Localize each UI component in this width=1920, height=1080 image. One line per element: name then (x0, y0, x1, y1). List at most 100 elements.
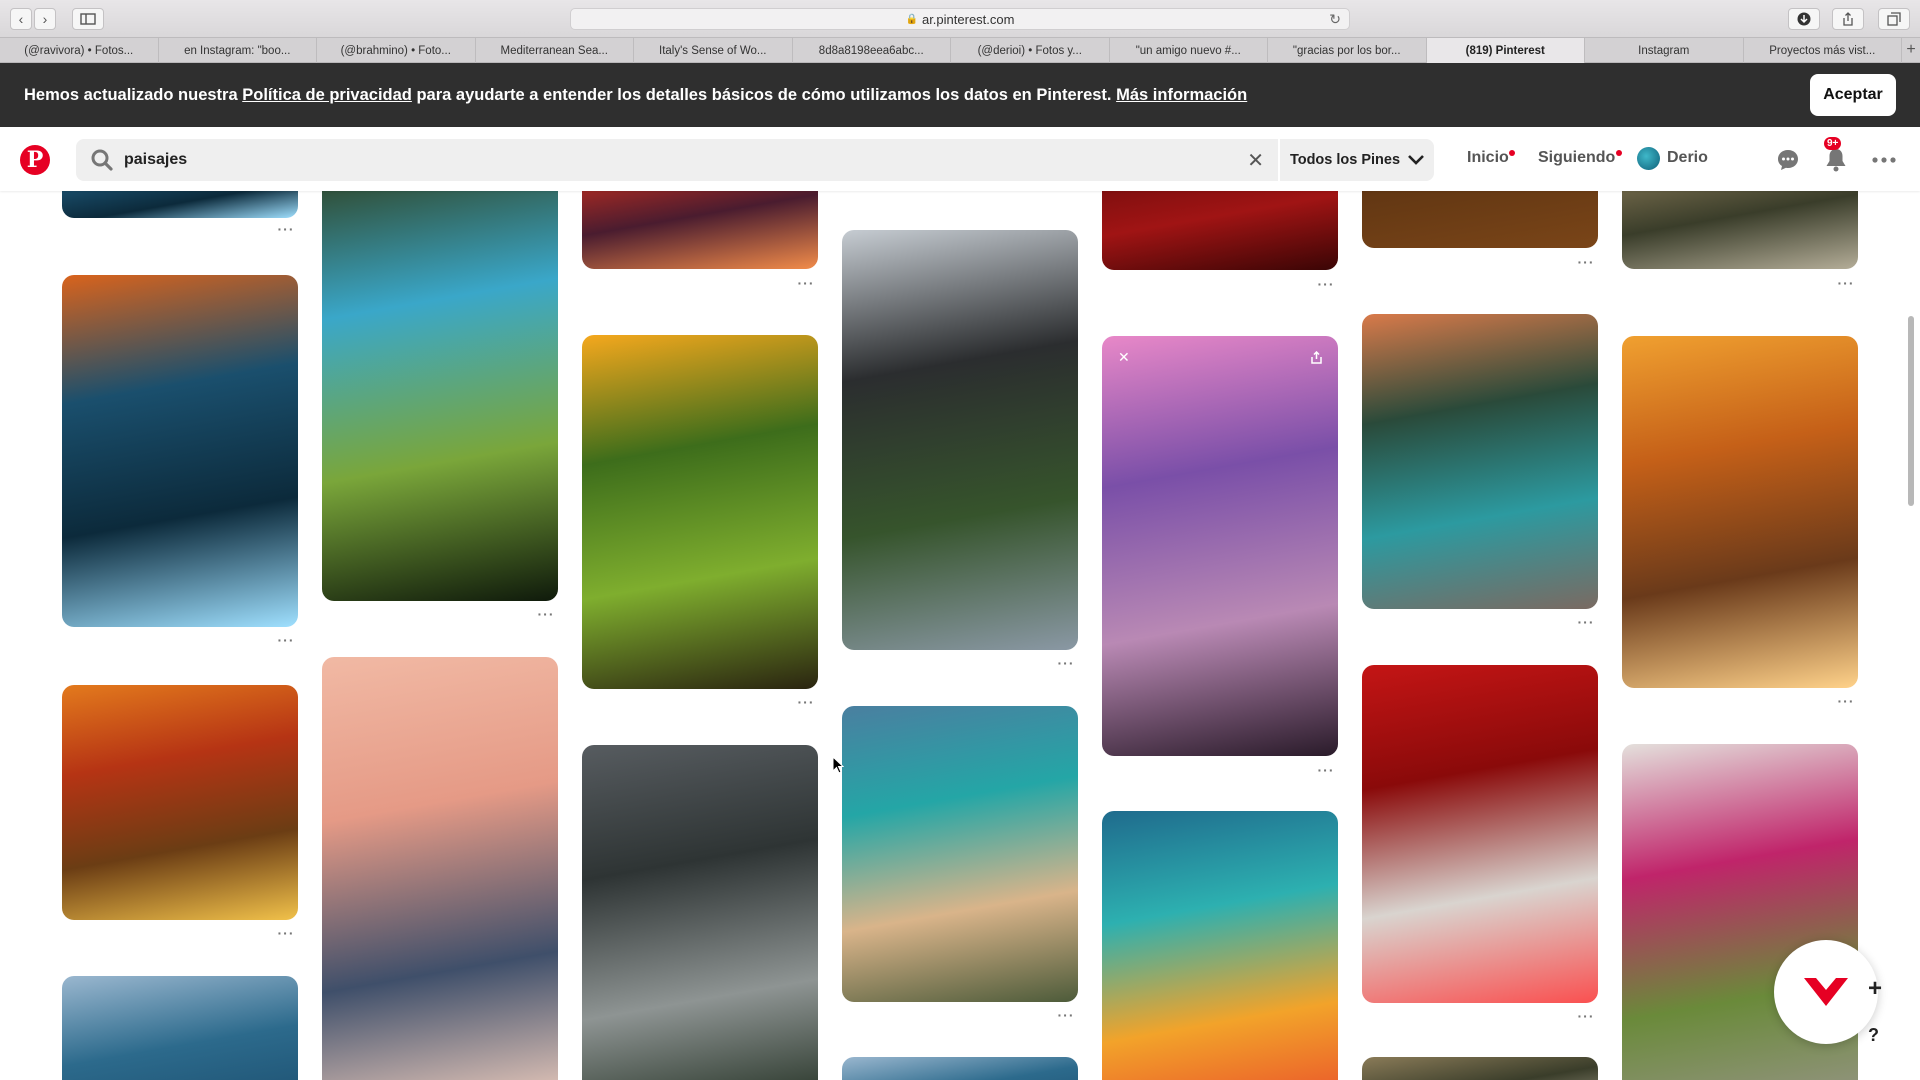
scrollbar-thumb[interactable] (1908, 316, 1914, 506)
tab-label: (819) Pinterest (1465, 44, 1545, 57)
pin-more-button[interactable]: ··· (794, 694, 818, 710)
new-tab-button[interactable]: + (1902, 38, 1920, 62)
pin-filter-dropdown[interactable]: Todos los Pines (1280, 139, 1434, 181)
pin-more-button[interactable]: ··· (1834, 693, 1858, 709)
accept-button[interactable]: Aceptar (1810, 74, 1896, 116)
heart-logo-icon (1804, 978, 1848, 1006)
nav-following-link[interactable]: Siguiendo (1538, 149, 1615, 167)
messages-button[interactable] (1775, 147, 1801, 173)
privacy-banner: Hemos actualizado nuestra Política de pr… (0, 63, 1920, 127)
pin-image[interactable] (842, 230, 1078, 650)
pin-more-button[interactable]: ··· (274, 632, 298, 648)
tab-label: Proyectos más vist... (1769, 44, 1876, 57)
chevron-right-icon: › (42, 11, 48, 27)
pin-image[interactable] (1362, 665, 1598, 1003)
more-info-link[interactable]: Más información (1116, 86, 1247, 104)
browser-tab[interactable]: en Instagram: "boo... (159, 38, 317, 63)
tabs-icon (1887, 12, 1901, 26)
lock-icon: 🔒 (905, 13, 918, 25)
tab-label: (@ravivora) • Fotos... (24, 44, 134, 57)
pin-image[interactable] (1102, 336, 1338, 756)
pin-image[interactable] (62, 275, 298, 627)
pin-image[interactable] (582, 335, 818, 689)
pin-more-button[interactable]: ··· (1574, 614, 1598, 630)
pin-more-button[interactable]: ··· (1834, 275, 1858, 291)
pin-image[interactable] (842, 1057, 1078, 1080)
tab-label: 8d8a8198eea6abc... (818, 44, 924, 57)
sidebar-icon (80, 13, 96, 25)
pin-image[interactable] (1102, 811, 1338, 1080)
pin-more-button[interactable]: ··· (1054, 655, 1078, 671)
pin-image[interactable] (322, 191, 558, 601)
download-icon (1797, 12, 1811, 26)
pin-image[interactable] (842, 706, 1078, 1002)
forward-button[interactable]: › (34, 8, 56, 30)
url-text: ar.pinterest.com (921, 11, 1015, 27)
pin-image[interactable] (582, 745, 818, 1080)
pin-more-button[interactable]: ··· (1314, 762, 1338, 778)
reload-icon[interactable]: ↻ (1329, 11, 1341, 28)
pin-image[interactable] (582, 191, 818, 269)
downloads-button[interactable] (1788, 8, 1820, 30)
create-button[interactable] (1774, 940, 1878, 1044)
bell-icon (1826, 149, 1846, 172)
back-button[interactable]: ‹ (10, 8, 32, 30)
chevron-down-icon (1408, 155, 1424, 165)
pin-more-button[interactable]: ··· (1054, 1007, 1078, 1023)
browser-tab[interactable]: (@ravivora) • Fotos... (0, 38, 159, 63)
tab-label: Mediterranean Sea... (500, 44, 608, 57)
pin-more-button[interactable]: ··· (1574, 254, 1598, 270)
pin-more-button[interactable]: ··· (534, 606, 558, 622)
pin-image[interactable] (1622, 336, 1858, 688)
browser-toolbar: ‹ › 🔒 ar.pinterest.com ↻ (0, 0, 1920, 38)
browser-tab[interactable]: "un amigo nuevo #... (1110, 38, 1268, 63)
nav-home-link[interactable]: Inicio (1467, 149, 1509, 167)
share-button[interactable] (1832, 8, 1864, 30)
notifications-button[interactable] (1823, 147, 1849, 173)
pin-more-button[interactable]: ··· (274, 221, 298, 237)
browser-tab[interactable]: Italy's Sense of Wo... (634, 38, 793, 63)
sidebar-toggle-button[interactable] (72, 8, 104, 30)
browser-tab[interactable]: (@derioi) • Fotos y... (951, 38, 1110, 63)
browser-tab-active[interactable]: (819) Pinterest (1426, 38, 1585, 63)
pin-more-button[interactable]: ··· (1574, 1008, 1598, 1024)
profile-link[interactable]: Derio (1667, 149, 1708, 167)
plus-icon[interactable]: + (1868, 975, 1882, 1003)
more-options-button[interactable] (1871, 147, 1897, 173)
pinterest-logo[interactable]: P (20, 145, 50, 175)
help-icon[interactable]: ? (1868, 1025, 1879, 1046)
pin-image[interactable] (1362, 191, 1598, 248)
search-bar[interactable]: ✕ (76, 139, 1278, 181)
browser-tab[interactable]: Mediterranean Sea... (476, 38, 634, 63)
browser-tab[interactable]: "gracias por los bor... (1268, 38, 1427, 63)
filter-label: Todos los Pines (1289, 152, 1401, 168)
tab-label: Italy's Sense of Wo... (659, 44, 767, 57)
pin-image[interactable] (62, 685, 298, 920)
share-icon[interactable] (1310, 351, 1323, 364)
browser-tab[interactable]: 8d8a8198eea6abc... (793, 38, 951, 63)
banner-text: Hemos actualizado nuestra (24, 85, 243, 104)
tab-label: (@derioi) • Fotos y... (977, 44, 1082, 57)
pin-more-button[interactable]: ··· (794, 275, 818, 291)
banner-message: Hemos actualizado nuestra Política de pr… (24, 86, 1247, 105)
pin-more-button[interactable]: ··· (1314, 276, 1338, 292)
chat-icon (1778, 150, 1798, 170)
pin-image[interactable] (62, 191, 298, 218)
privacy-policy-link[interactable]: Política de privacidad (242, 86, 412, 104)
browser-tab[interactable]: (@brahmino) • Foto... (317, 38, 476, 63)
tabs-overview-button[interactable] (1878, 8, 1910, 30)
pin-more-button[interactable]: ··· (274, 925, 298, 941)
pin-image[interactable] (62, 976, 298, 1080)
pin-image[interactable] (1622, 191, 1858, 269)
browser-tab[interactable]: Instagram (1585, 38, 1744, 63)
close-icon[interactable]: ✕ (1118, 349, 1130, 366)
pin-image[interactable] (1102, 191, 1338, 270)
address-bar[interactable]: 🔒 ar.pinterest.com ↻ (570, 8, 1350, 30)
pin-image[interactable] (322, 657, 558, 1080)
search-input[interactable] (124, 139, 1224, 181)
avatar[interactable] (1637, 147, 1660, 170)
pin-image[interactable] (1362, 1057, 1598, 1080)
pin-image[interactable] (1362, 314, 1598, 609)
browser-tab[interactable]: Proyectos más vist... (1744, 38, 1902, 63)
clear-search-icon[interactable]: ✕ (1247, 148, 1264, 173)
